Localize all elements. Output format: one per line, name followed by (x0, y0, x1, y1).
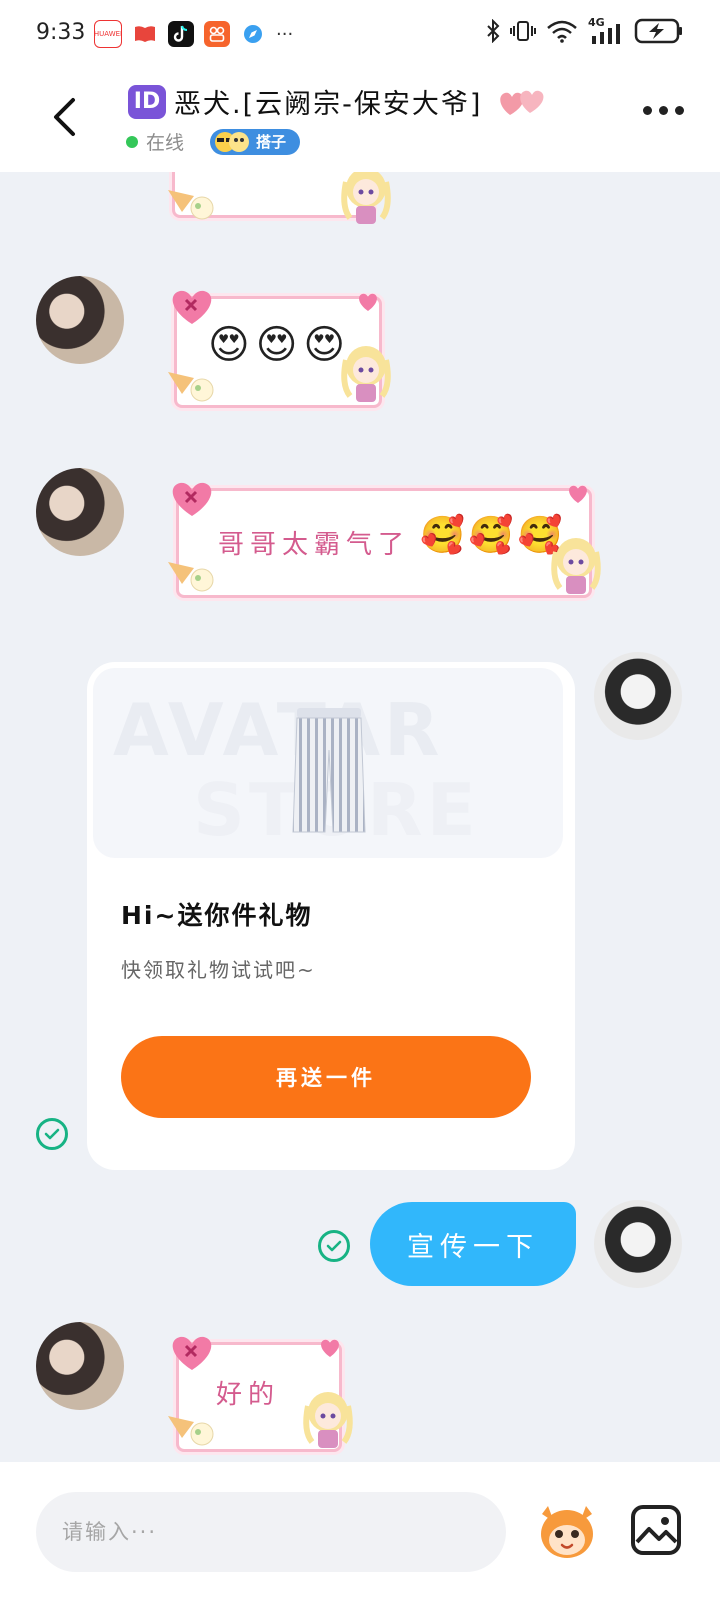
my-avatar[interactable] (594, 652, 682, 740)
my-avatar[interactable] (594, 1200, 682, 1288)
emoji-row: 🥰 🥰 🥰 (420, 514, 562, 556)
smiling-hearts-emoji: 🥰 (468, 515, 514, 556)
online-status: 在线 (146, 132, 185, 154)
chat-messages[interactable]: 😍 😍 😍 哥哥太霸气了 🥰 🥰 🥰 AVATAR STORE (0, 172, 720, 1462)
broken-heart-icon (166, 1332, 218, 1376)
status-more-dots: ··· (276, 23, 294, 45)
mascot-icon (541, 1506, 593, 1558)
broken-heart-icon (166, 478, 218, 522)
contact-avatar[interactable] (36, 276, 124, 364)
huawei-store-icon: HUAWEI (94, 20, 122, 48)
send-another-gift-button[interactable]: 再送一件 (121, 1036, 531, 1118)
heart-eyes-emoji: 😍 (208, 322, 250, 368)
chibi-sticker-icon (546, 532, 606, 602)
ice-cream-icon (164, 182, 218, 224)
ice-cream-icon (164, 554, 218, 596)
wifi-icon (547, 20, 577, 43)
mascot-sticker-button[interactable] (534, 1500, 600, 1562)
chibi-sticker-icon (336, 340, 396, 410)
status-time: 9:33 (36, 20, 86, 45)
chibi-sticker-icon (298, 1386, 358, 1456)
compass-icon (240, 21, 266, 47)
chat-header: ID 恶犬.[云阙宗-保安大爷] 在线 搭子 (0, 70, 720, 172)
small-heart-icon (566, 484, 590, 508)
ice-cream-icon (164, 1408, 218, 1450)
double-heart-icon (500, 90, 544, 115)
input-bar (0, 1462, 720, 1600)
chevron-left-icon (54, 98, 75, 136)
smiling-hearts-emoji: 🥰 (420, 515, 465, 556)
chat-title: 恶犬.[云阙宗-保安大爷] (174, 89, 483, 120)
image-picker-button[interactable] (628, 1502, 684, 1558)
status-bar: 9:33 HUAWEI ··· 4G (0, 0, 720, 70)
tiktok-icon (168, 21, 194, 47)
chat-title-row[interactable]: ID 恶犬.[云阙宗-保安大爷] (128, 82, 548, 121)
contact-avatar[interactable] (36, 468, 124, 556)
bluetooth-icon (487, 19, 500, 43)
sunglasses-emoji-icon (214, 130, 250, 154)
status-app-icons: HUAWEI ··· (94, 20, 293, 48)
message-input[interactable] (36, 1492, 506, 1572)
partner-tag[interactable]: 搭子 (210, 128, 301, 155)
online-dot (126, 135, 138, 148)
more-dot (643, 106, 652, 115)
book-icon (132, 21, 158, 47)
gift-watermark: AVATAR (113, 688, 444, 772)
partner-tag-label: 搭子 (256, 133, 287, 151)
image-icon (631, 1505, 681, 1555)
heart-eyes-emoji: 😍 (255, 322, 298, 368)
emoji-row: 😍 😍 😍 (208, 322, 345, 368)
battery-charging-icon (634, 18, 682, 44)
message-text: 哥哥太霸气了 (218, 530, 411, 560)
small-heart-icon (318, 1338, 342, 1362)
gift-image[interactable]: AVATAR STORE (93, 668, 563, 858)
small-heart-icon (356, 292, 380, 316)
striped-pants-icon (292, 708, 366, 833)
message-text: 好的 (216, 1380, 281, 1410)
online-status-row: 在线 搭子 (126, 128, 301, 155)
read-check-icon (318, 1230, 350, 1262)
gift-subtitle: 快领取礼物试试吧~ (121, 958, 316, 982)
chibi-sticker-icon (336, 172, 396, 232)
ice-cream-icon (164, 364, 218, 406)
contact-avatar[interactable] (36, 1322, 124, 1410)
status-indicators: 4G (486, 16, 684, 44)
signal-icon: 4G (588, 16, 624, 44)
gift-title: Hi~送你件礼物 (121, 901, 313, 930)
text-message[interactable]: 宣传一下 (370, 1202, 576, 1286)
more-dot (659, 106, 668, 115)
back-button[interactable] (42, 92, 86, 142)
gift-card[interactable]: AVATAR STORE Hi~送你件礼物 快领取礼物试试吧~ 再送一件 (87, 662, 575, 1170)
read-check-icon (36, 1118, 68, 1150)
vibrate-icon (510, 21, 536, 41)
app-grid-icon (204, 21, 230, 47)
more-dot (675, 106, 684, 115)
more-options-button[interactable] (643, 106, 684, 115)
id-badge: ID (128, 84, 166, 119)
